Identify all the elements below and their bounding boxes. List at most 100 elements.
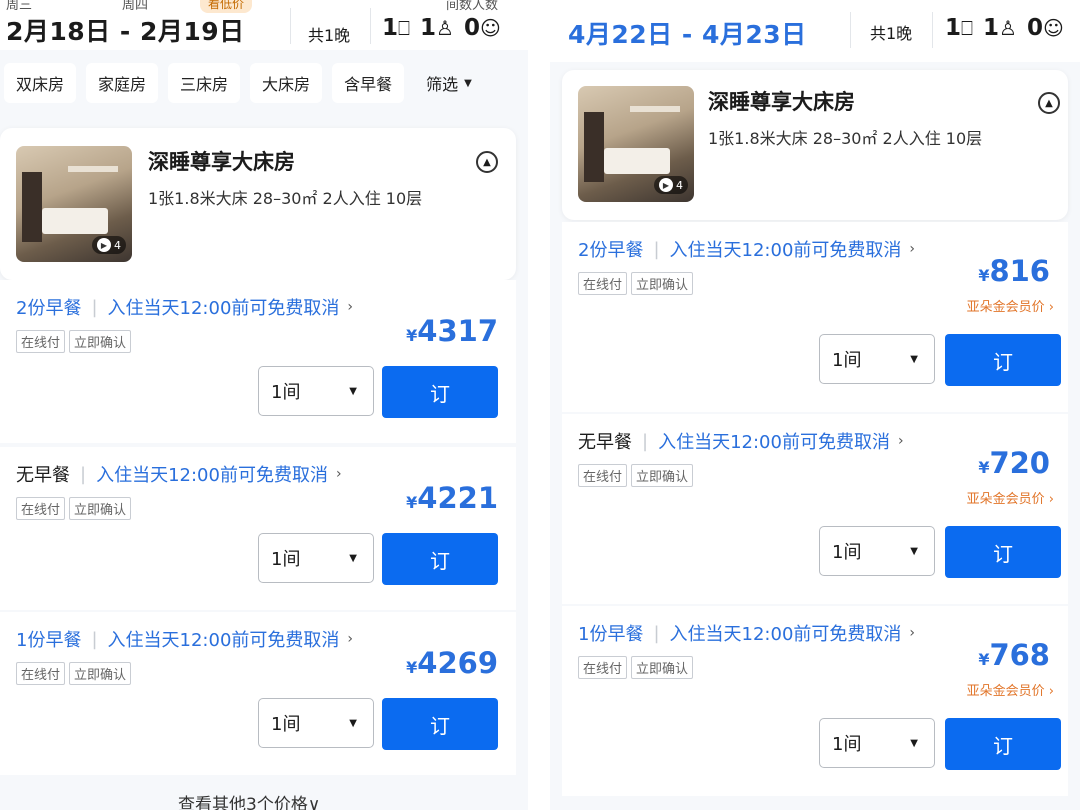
price: ¥768 [978, 638, 1050, 672]
separator: | [642, 430, 649, 452]
filter-more-button[interactable]: 筛选 ▼ [414, 63, 484, 103]
caret-down-icon: ▼ [464, 77, 472, 89]
date-range[interactable]: 2月18日 - 2月19日 [6, 12, 245, 48]
filter-twin-room[interactable]: 双床房 [4, 63, 77, 103]
book-button[interactable]: 订 [382, 698, 498, 750]
room-quantity-select[interactable]: 1间 ▼ [258, 533, 374, 583]
adult-icon: ♙ [436, 16, 454, 40]
date-range[interactable]: 4月22日 - 4月23日 [568, 15, 807, 51]
book-button[interactable]: 订 [382, 533, 498, 585]
currency-symbol: ¥ [406, 326, 418, 345]
book-button[interactable]: 订 [382, 366, 498, 418]
chevron-right-icon: › [1048, 684, 1054, 699]
filter-triple-room[interactable]: 三床房 [168, 63, 241, 103]
room-quantity-select[interactable]: 1间 ▼ [258, 366, 374, 416]
instant-confirm-tag: 立即确认 [631, 464, 694, 487]
book-button[interactable]: 订 [945, 526, 1061, 578]
filter-more-label: 筛选 [426, 75, 459, 94]
breakfast-label: 1份早餐 [16, 630, 82, 651]
currency-symbol: ¥ [978, 266, 990, 285]
member-price-label: 亚朵金会员价 [966, 492, 1045, 507]
date-header: 4月22日 - 4月23日 共1晚 1⎕ 1♙ 0☺ [550, 0, 1080, 62]
room-photo[interactable]: ▶ 4 [16, 146, 132, 262]
book-button[interactable]: 订 [945, 334, 1061, 386]
rate-plan[interactable]: 1份早餐 | 入住当天12:00前可免费取消 › 在线付 立即确认 ¥768 亚朵金会员… [562, 606, 1068, 796]
price: ¥816 [978, 254, 1050, 288]
photo-window [584, 112, 604, 182]
cancel-policy-link[interactable]: 入住当天12:00前可免费取消 [96, 461, 328, 487]
separator: | [80, 463, 87, 485]
room-quantity-select[interactable]: 1间 ▼ [258, 698, 374, 748]
room-card[interactable]: ▶ 4 深睡尊享大床房 1张1.8米大床 28–30㎡ 2人入住 10层 ▲ [562, 70, 1068, 220]
room-quantity-select[interactable]: 1间 ▼ [819, 526, 935, 576]
photo-window [22, 172, 42, 242]
divider [932, 12, 933, 48]
pay-online-tag: 在线付 [16, 330, 66, 353]
rate-plan[interactable]: 2份早餐 | 入住当天12:00前可免费取消 › 在线付 立即确认 ¥816 亚朵金会员… [562, 222, 1068, 412]
chevron-right-icon: › [347, 299, 354, 315]
price: ¥4221 [406, 481, 498, 515]
photo-lamp [68, 166, 118, 172]
more-prices-link[interactable]: 查看其他3个价格∨ [178, 790, 320, 810]
caret-down-icon: ▼ [349, 385, 357, 397]
room-count: 1 [945, 15, 962, 41]
rate-plan[interactable]: 1份早餐 | 入住当天12:00前可免费取消 › 在线付 立即确认 ¥4269 1间 ▼ … [0, 612, 516, 775]
child-icon: ☺ [1042, 16, 1064, 40]
room-quantity-select[interactable]: 1间 ▼ [819, 334, 935, 384]
instant-confirm-tag: 立即确认 [69, 497, 132, 520]
quantity-value: 1间 [271, 714, 301, 735]
price: ¥4317 [406, 314, 498, 348]
member-price-link[interactable]: 亚朵金会员价 › [967, 488, 1054, 507]
date-header: 周三 周四 看低价 间数人数 2月18日 - 2月19日 共1晚 1⎕ 1♙ 0… [0, 0, 528, 50]
occupancy-selector[interactable]: 1⎕ 1♙ 0☺ [382, 15, 501, 41]
caret-down-icon: ▼ [349, 717, 357, 729]
breakfast-label: 1份早餐 [578, 624, 644, 645]
play-icon: ▶ [659, 178, 673, 192]
pay-online-tag: 在线付 [578, 464, 628, 487]
cancel-policy-link[interactable]: 入住当天12:00前可免费取消 [670, 236, 902, 262]
room-quantity-select[interactable]: 1间 ▼ [819, 718, 935, 768]
filter-breakfast[interactable]: 含早餐 [332, 63, 405, 103]
cancel-policy-link[interactable]: 入住当天12:00前可免费取消 [108, 294, 340, 320]
room-icon: ⎕ [961, 16, 974, 40]
chevron-right-icon: › [1048, 300, 1054, 315]
caret-down-icon: ▼ [910, 545, 918, 557]
book-button[interactable]: 订 [945, 718, 1061, 770]
instant-confirm-tag: 立即确认 [631, 656, 694, 679]
more-prices-label: 查看其他3个价格 [178, 795, 308, 810]
separator: | [91, 296, 98, 318]
room-description: 1张1.8米大床 28–30㎡ 2人入住 10层 [708, 129, 983, 148]
member-price-link[interactable]: 亚朵金会员价 › [967, 296, 1054, 315]
price-value: 768 [989, 638, 1050, 672]
cancel-policy-link[interactable]: 入住当天12:00前可免费取消 [670, 620, 902, 646]
instant-confirm-tag: 立即确认 [631, 272, 694, 295]
currency-symbol: ¥ [406, 493, 418, 512]
currency-symbol: ¥ [978, 458, 990, 477]
chevron-right-icon: › [909, 241, 916, 257]
pay-online-tag: 在线付 [16, 497, 66, 520]
room-photo[interactable]: ▶ 4 [578, 86, 694, 202]
quantity-value: 1间 [271, 382, 301, 403]
filter-king-room[interactable]: 大床房 [250, 63, 323, 103]
pay-online-tag: 在线付 [16, 662, 66, 685]
collapse-icon[interactable]: ▲ [476, 151, 498, 173]
chevron-right-icon: › [347, 631, 354, 647]
child-count: 0 [1026, 15, 1043, 41]
media-count: 4 [676, 178, 683, 192]
nights-count: 共1晚 [870, 24, 913, 43]
filter-family-room[interactable]: 家庭房 [86, 63, 159, 103]
divider [290, 8, 291, 44]
room-card[interactable]: ▶ 4 深睡尊享大床房 1张1.8米大床 28–30㎡ 2人入住 10层 ▲ [0, 128, 516, 280]
room-name: 深睡尊享大床房 [708, 90, 855, 114]
member-price-link[interactable]: 亚朵金会员价 › [967, 680, 1054, 699]
rate-plan[interactable]: 无早餐 | 入住当天12:00前可免费取消 › 在线付 立即确认 ¥720 亚朵金会员价… [562, 414, 1068, 604]
rate-plan[interactable]: 无早餐 | 入住当天12:00前可免费取消 › 在线付 立即确认 ¥4221 1间 ▼ 订 [0, 447, 516, 610]
price-value: 4269 [417, 646, 498, 680]
collapse-icon[interactable]: ▲ [1038, 92, 1060, 114]
cancel-policy-link[interactable]: 入住当天12:00前可免费取消 [108, 626, 340, 652]
chevron-down-icon: ∨ [307, 795, 321, 810]
cancel-policy-link[interactable]: 入住当天12:00前可免费取消 [658, 428, 890, 454]
rate-plan[interactable]: 2份早餐 | 入住当天12:00前可免费取消 › 在线付 立即确认 ¥4317 1间 ▼ … [0, 280, 516, 443]
media-badge: ▶ 4 [92, 236, 126, 254]
occupancy-selector[interactable]: 1⎕ 1♙ 0☺ [945, 15, 1064, 41]
